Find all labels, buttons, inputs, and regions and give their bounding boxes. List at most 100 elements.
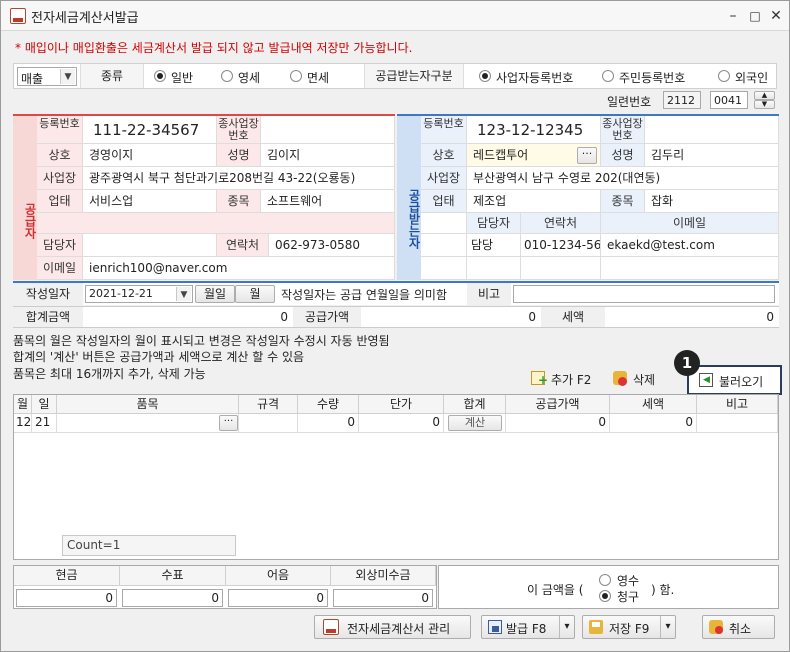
calc-button[interactable]: 계산 (448, 415, 502, 431)
kind-radio-zero[interactable] (221, 70, 233, 82)
grid-cell-item[interactable] (57, 414, 239, 433)
grid-header-day: 일 (32, 395, 57, 414)
buyer-contact-name-empty[interactable] (467, 257, 521, 280)
buyer-address-field[interactable]: 부산광역시 남구 수영로 202(대연동) (467, 167, 779, 190)
payment-header-bill: 어음 (226, 566, 331, 586)
buyer-contact-email-header: 이메일 (601, 213, 779, 234)
buyer-reg-no[interactable]: 123-12-12345 (467, 116, 601, 144)
tax-invoice-window: 전자세금계산서발급 – □ ✕ * 매입이나 매입환출은 세금계산서 발급 되지… (0, 0, 790, 652)
kind-radio-exempt[interactable] (290, 70, 302, 82)
load-button[interactable]: ◀ 불러오기 (687, 365, 782, 395)
total-label: 합계금액 (13, 307, 83, 327)
claim-label: 청구 (617, 590, 640, 604)
payment-bill-field[interactable]: 0 (228, 589, 328, 607)
note-label: 비고 (467, 283, 511, 305)
amount-mode-box: 이 금액을 ( 영수 청구 ) 함. (438, 565, 779, 609)
add-doc-icon: + (531, 371, 548, 386)
buyer-branch-label: 종사업장번호 (601, 116, 645, 144)
buyer-contact-email[interactable]: ekaekd@test.com (601, 234, 779, 257)
supplier-contact-label: 연락처 (217, 234, 269, 257)
grid-header-tax: 세액 (610, 395, 697, 414)
buyer-contact-phone-header: 연락처 (521, 213, 601, 234)
grid-cell-day[interactable]: 21 (32, 414, 57, 433)
save-icon (589, 620, 603, 634)
buyer-biztype-field[interactable]: 제조업 (467, 190, 601, 213)
trade-select-value: 매출 (21, 72, 44, 86)
supplier-reg-no[interactable]: 111-22-34567 (83, 116, 217, 144)
buyer-contact-phone[interactable]: 010-1234-5678 (521, 234, 601, 257)
note-field[interactable] (513, 285, 775, 303)
payment-header-credit: 외상미수금 (331, 566, 436, 586)
buyer-item-label: 종목 (601, 190, 645, 213)
recipient-radio-business[interactable] (479, 70, 491, 82)
delete-item-button[interactable]: 삭제 (611, 369, 671, 389)
buyer-item-field[interactable]: 잡화 (645, 190, 779, 213)
grid-cell-tax[interactable]: 0 (610, 414, 697, 433)
grid-cell-price[interactable]: 0 (359, 414, 444, 433)
issue-button[interactable]: 발급 F8 ▾ (481, 615, 575, 639)
buyer-contact-phone-empty[interactable] (521, 257, 601, 280)
payment-credit-field[interactable]: 0 (333, 589, 433, 607)
buyer-biztype-label: 업태 (421, 190, 467, 213)
grid-header-month: 월 (14, 395, 32, 414)
invoice-icon (323, 619, 339, 635)
payment-check-field[interactable]: 0 (122, 589, 223, 607)
claim-radio[interactable] (599, 590, 611, 602)
recipient-radio-resident[interactable] (602, 70, 614, 82)
grid-cell-note[interactable] (697, 414, 778, 433)
buyer-ceo-field[interactable]: 김두리 (645, 144, 779, 167)
minimize-button[interactable]: – (723, 6, 743, 26)
supplier-biztype-field[interactable]: 서비스업 (83, 190, 217, 213)
serial-up-button[interactable]: ▲ (754, 91, 775, 100)
issue-dropdown-icon[interactable]: ▾ (559, 616, 574, 638)
grid-cell-spec[interactable] (239, 414, 298, 433)
kind-label: 종류 (80, 64, 144, 88)
close-button[interactable]: ✕ (766, 6, 786, 26)
grid-cell-month[interactable]: 12 (14, 414, 32, 433)
supplier-biztype-label: 업태 (37, 190, 83, 213)
add-item-button[interactable]: + 추가 F2 (529, 369, 599, 389)
grid-item-lookup-button[interactable]: ··· (219, 415, 238, 431)
amount-suffix: ) 함. (651, 583, 675, 597)
kind-radio-general[interactable] (154, 70, 166, 82)
payment-grid: 현금 수표 어음 외상미수금 0 0 0 0 (13, 565, 437, 609)
supplier-manager-field[interactable] (83, 234, 217, 257)
buyer-branch-field[interactable] (645, 116, 779, 144)
buyer-contact-email-empty[interactable] (601, 257, 779, 280)
recipient-radio-foreign[interactable] (718, 70, 730, 82)
month-day-button[interactable]: 월일 (195, 285, 235, 303)
buyer-contact-name[interactable]: 담당 (467, 234, 521, 257)
supplier-company-label: 상호 (37, 144, 83, 167)
add-item-label: 추가 F2 (551, 373, 592, 387)
supplier-company-field[interactable]: 경영이지 (83, 144, 217, 167)
date-picker[interactable]: 2021-12-21 ▼ (85, 285, 193, 303)
step-badge: 1 (674, 350, 700, 376)
buyer-lookup-button[interactable]: ··· (577, 147, 597, 164)
supplier-branch-field[interactable] (261, 116, 395, 144)
save-dropdown-icon[interactable]: ▾ (660, 616, 675, 638)
cancel-button[interactable]: 취소 (702, 615, 775, 639)
grid-header-total: 합계 (444, 395, 506, 414)
manage-invoices-button[interactable]: 전자세금계산서 관리 (314, 615, 471, 639)
supplier-contact-field[interactable]: 062-973-0580 (269, 234, 395, 257)
supplier-address-field[interactable]: 광주광역시 북구 첨단과기로208번길 43-22(오룡동) (83, 167, 395, 190)
receipt-radio[interactable] (599, 574, 611, 586)
grid-cell-supply[interactable]: 0 (506, 414, 610, 433)
delete-item-label: 삭제 (633, 373, 656, 387)
supplier-item-field[interactable]: 소프트웨어 (261, 190, 395, 213)
serial-seq-field[interactable]: 0041 (710, 91, 748, 109)
date-label: 작성일자 (13, 283, 83, 305)
maximize-button[interactable]: □ (745, 6, 765, 26)
trade-select[interactable]: 매출 ▼ (17, 67, 77, 86)
grid-cell-qty[interactable]: 0 (298, 414, 359, 433)
save-button[interactable]: 저장 F9 ▾ (582, 615, 676, 639)
buyer-address-label: 사업장 (421, 167, 467, 190)
invoice-app-icon (10, 8, 26, 24)
payment-cash-field[interactable]: 0 (16, 589, 117, 607)
serial-down-button[interactable]: ▼ (754, 100, 775, 109)
month-button[interactable]: 월 (235, 285, 275, 303)
supplier-ceo-field[interactable]: 김이지 (261, 144, 395, 167)
supplier-email-label: 이메일 (37, 257, 83, 280)
buyer-reg-label: 등록번호 (421, 116, 467, 144)
supplier-email-field[interactable]: ienrich100@naver.com (83, 257, 395, 280)
